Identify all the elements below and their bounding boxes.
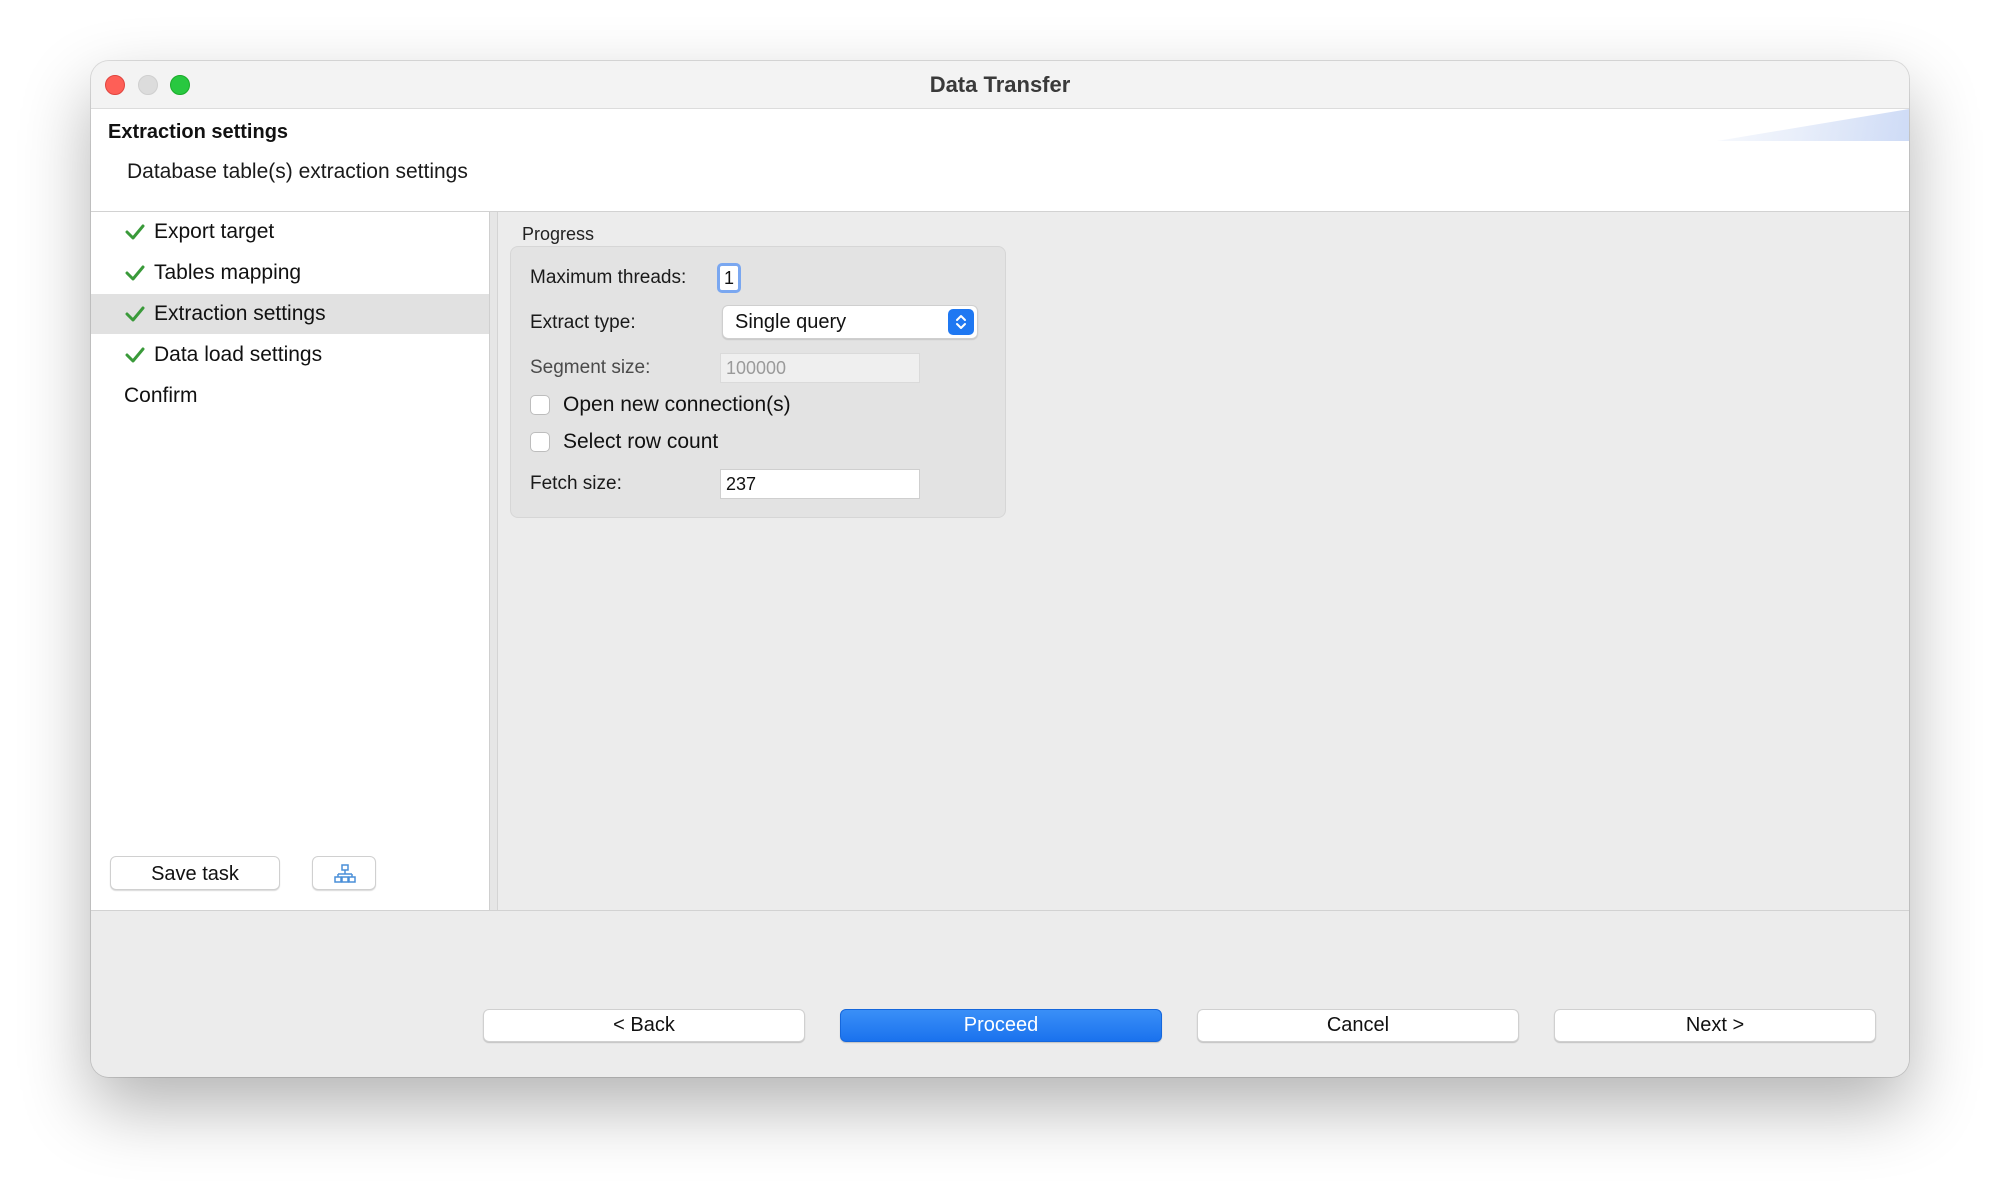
sidebar-item-confirm[interactable]: Confirm <box>91 376 489 416</box>
header-banner-decoration <box>1717 109 1909 141</box>
page-subtitle: Database table(s) extraction settings <box>127 160 468 183</box>
extract-type-value: Single query <box>735 311 847 333</box>
proceed-button[interactable]: Proceed <box>840 1009 1162 1042</box>
wizard-steps-sidebar: Export target Tables mapping Extraction … <box>91 212 490 910</box>
segment-size-label: Segment size: <box>530 357 651 378</box>
sidebar-item-label: Tables mapping <box>154 261 302 284</box>
checkmark-icon <box>125 265 145 281</box>
select-row-count-label: Select row count <box>563 430 719 453</box>
sidebar-item-export-target[interactable]: Export target <box>91 212 489 252</box>
select-arrows-icon <box>948 309 974 335</box>
progress-group: Maximum threads: 1 Extract type: Single … <box>510 246 1006 518</box>
fetch-size-input[interactable]: 237 <box>720 469 920 499</box>
checkmark-icon <box>125 306 145 322</box>
extract-type-select[interactable]: Single query <box>722 305 978 339</box>
sidebar-item-tables-mapping[interactable]: Tables mapping <box>91 253 489 293</box>
back-button[interactable]: < Back <box>483 1009 805 1042</box>
cancel-button[interactable]: Cancel <box>1197 1009 1519 1042</box>
sidebar-item-data-load-settings[interactable]: Data load settings <box>91 335 489 375</box>
sidebar-item-extraction-settings[interactable]: Extraction settings <box>91 294 489 334</box>
progress-group-label: Progress <box>522 224 595 244</box>
schedule-task-button[interactable] <box>312 856 376 890</box>
title-bar[interactable]: Data Transfer <box>91 61 1909 109</box>
extraction-settings-panel: Progress Maximum threads: 1 Extract type… <box>498 212 1909 910</box>
sidebar-item-label: Data load settings <box>154 343 323 366</box>
sidebar-item-label: Extraction settings <box>154 302 326 325</box>
select-row-count-checkbox[interactable] <box>530 432 550 452</box>
max-threads-label: Maximum threads: <box>530 267 687 288</box>
sidebar-item-label: Export target <box>154 220 275 243</box>
save-task-button[interactable]: Save task <box>110 856 280 890</box>
window-title: Data Transfer <box>929 72 1071 97</box>
extract-type-label: Extract type: <box>530 312 636 333</box>
open-new-connections-checkbox[interactable] <box>530 395 550 415</box>
page-title: Extraction settings <box>108 121 289 143</box>
sidebar-item-label: Confirm <box>124 384 198 407</box>
wizard-header: Extraction settings Database table(s) ex… <box>91 109 1909 212</box>
checkmark-icon <box>125 347 145 363</box>
segment-size-input: 100000 <box>720 353 920 383</box>
open-new-connections-label: Open new connection(s) <box>563 393 791 416</box>
fetch-size-label: Fetch size: <box>530 473 622 494</box>
next-button[interactable]: Next > <box>1554 1009 1876 1042</box>
panel-splitter[interactable] <box>490 212 498 910</box>
schedule-task-icon <box>334 864 356 883</box>
data-transfer-window: Data Transfer Extraction settings Databa… <box>91 61 1909 1077</box>
max-threads-input[interactable]: 1 <box>717 263 741 293</box>
wizard-footer: < Back Proceed Cancel Next > <box>91 910 1909 1077</box>
checkmark-icon <box>125 224 145 240</box>
